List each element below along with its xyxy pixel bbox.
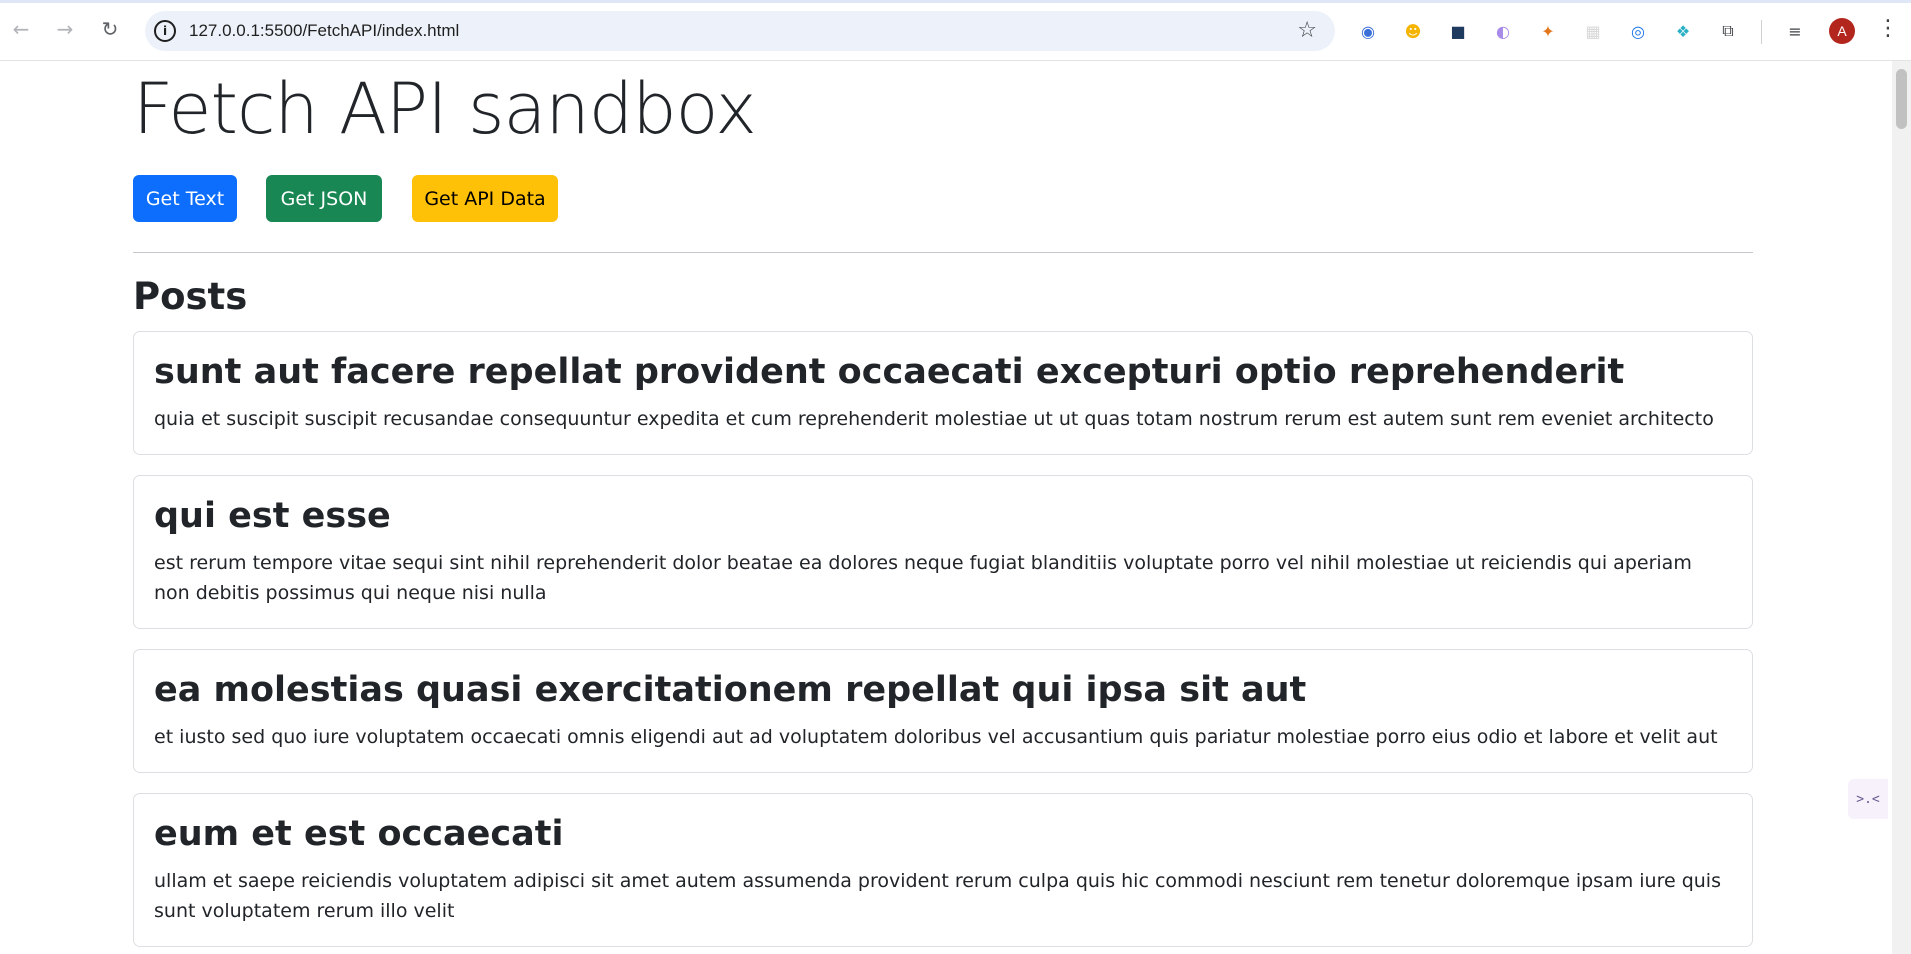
get-api-data-button[interactable]: Get API Data (412, 175, 558, 222)
get-json-button[interactable]: Get JSON (266, 175, 382, 222)
metamask-icon[interactable]: ✦ (1536, 19, 1560, 43)
extension-2-icon[interactable]: ☻ (1401, 19, 1425, 43)
forward-icon[interactable]: → (52, 16, 78, 42)
site-info-icon[interactable]: i (154, 20, 176, 42)
profile-avatar[interactable]: A (1829, 18, 1855, 44)
puzzle-icon[interactable]: ⧉ (1716, 19, 1740, 43)
reload-icon[interactable]: ↻ (97, 16, 123, 42)
get-text-button[interactable]: Get Text (133, 175, 237, 222)
extension-8-icon[interactable]: ❖ (1671, 19, 1695, 43)
post-body: ullam et saepe reiciendis voluptatem adi… (154, 870, 1721, 923)
post-body: est rerum tempore vitae sequi sint nihil… (154, 552, 1692, 605)
extension-6-icon[interactable]: ▦ (1581, 19, 1605, 43)
browser-menu-icon[interactable]: ⋮ (1877, 16, 1899, 41)
scrollbar-thumb[interactable] (1896, 69, 1907, 129)
post-card: ea molestias quasi exercitationem repell… (133, 649, 1753, 773)
page-title: Fetch API sandbox (133, 68, 757, 150)
posts-heading: Posts (133, 275, 248, 318)
post-card: qui est esse est rerum tempore vitae seq… (133, 475, 1753, 629)
post-card: sunt aut facere repellat provident occae… (133, 331, 1753, 455)
address-bar[interactable]: i 127.0.0.1:5500/FetchAPI/index.html ☆ (145, 11, 1335, 51)
tab-strip (0, 0, 1911, 3)
post-title: sunt aut facere repellat provident occae… (154, 352, 1625, 392)
post-title: qui est esse (154, 496, 391, 536)
bookmark-star-icon[interactable]: ☆ (1297, 18, 1317, 43)
vertical-scrollbar[interactable] (1892, 61, 1911, 954)
post-card: eum et est occaecati ullam et saepe reic… (133, 793, 1753, 947)
post-title: eum et est occaecati (154, 814, 564, 854)
browser-toolbar: ← → ↻ i 127.0.0.1:5500/FetchAPI/index.ht… (0, 0, 1911, 61)
extension-4-icon[interactable]: ◐ (1491, 19, 1515, 43)
url-text[interactable]: 127.0.0.1:5500/FetchAPI/index.html (189, 21, 459, 41)
back-icon[interactable]: ← (8, 16, 34, 42)
post-body: quia et suscipit suscipit recusandae con… (154, 408, 1714, 431)
media-controls-icon[interactable]: ≡ (1783, 19, 1807, 43)
toolbar-separator (1761, 20, 1762, 44)
post-body: et iusto sed quo iure voluptatem occaeca… (154, 726, 1718, 749)
divider (133, 252, 1753, 253)
extension-3-icon[interactable]: ■ (1446, 19, 1470, 43)
page-content: Fetch API sandbox Get Text Get JSON Get … (0, 61, 1892, 954)
side-widget-icon[interactable]: >.< (1848, 779, 1888, 819)
extension-1-icon[interactable]: ◉ (1356, 19, 1380, 43)
extension-7-icon[interactable]: ◎ (1626, 19, 1650, 43)
post-title: ea molestias quasi exercitationem repell… (154, 670, 1307, 710)
